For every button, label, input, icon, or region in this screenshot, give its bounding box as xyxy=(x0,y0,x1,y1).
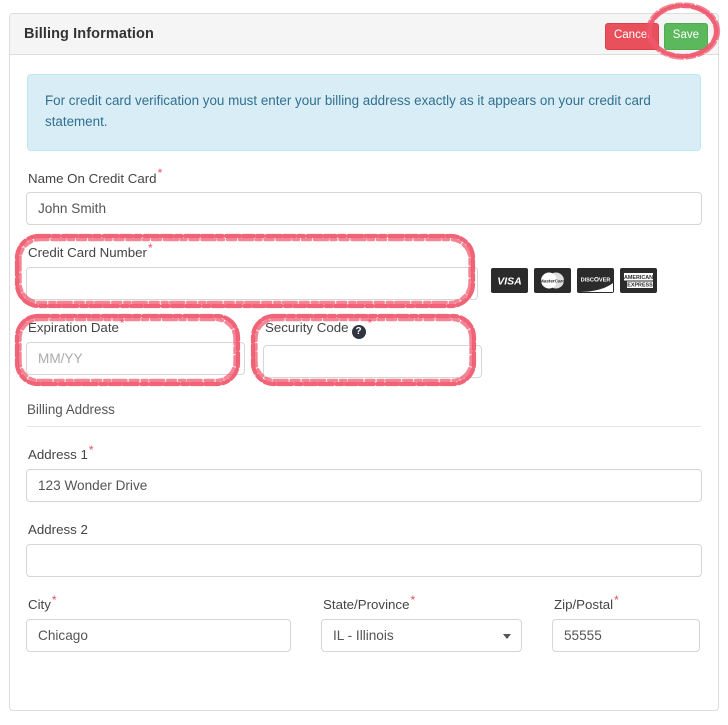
security-code-label-text: Security Code xyxy=(265,320,349,336)
city-label-text: City xyxy=(28,597,51,613)
state-label: State/Province* xyxy=(323,594,522,613)
zip-input[interactable] xyxy=(552,619,700,653)
address1-label-text: Address 1 xyxy=(28,447,88,463)
verification-notice: For credit card verification you must en… xyxy=(27,74,701,151)
billing-address-heading: Billing Address xyxy=(27,402,701,428)
name-on-card-label: Name On Credit Card* xyxy=(28,167,702,187)
expiration-date-input[interactable] xyxy=(26,342,245,376)
state-group: State/Province* IL - Illinois xyxy=(321,594,522,653)
security-code-label: Security Code ?* xyxy=(265,317,482,340)
required-asterisk: * xyxy=(119,316,125,331)
billing-information-panel: Billing Information Cancel Save For cred… xyxy=(9,13,719,711)
expiration-date-label: Expiration Date* xyxy=(28,317,245,336)
address2-input[interactable] xyxy=(26,544,702,578)
required-asterisk: * xyxy=(367,316,373,331)
credit-card-number-group: Credit Card Number* xyxy=(26,242,478,301)
city-state-zip-row: City* State/Province* IL - Illinois xyxy=(26,594,702,653)
city-label: City* xyxy=(28,594,291,613)
address1-label: Address 1* xyxy=(28,444,702,463)
panel-heading: Billing Information Cancel Save xyxy=(10,14,718,55)
svg-text:DISCOVER: DISCOVER xyxy=(581,277,611,284)
state-select-wrapper: IL - Illinois xyxy=(321,619,522,653)
zip-label: Zip/Postal* xyxy=(554,594,700,613)
name-on-card-group: Name On Credit Card* xyxy=(26,167,702,226)
mastercard-icon: MasterCard xyxy=(534,268,571,293)
required-asterisk: * xyxy=(88,443,94,458)
panel-body: For credit card verification you must en… xyxy=(10,55,718,653)
credit-card-number-label: Credit Card Number* xyxy=(28,242,478,261)
address2-group: Address 2 xyxy=(26,522,702,578)
security-code-input[interactable] xyxy=(263,345,482,379)
credit-card-number-label-text: Credit Card Number xyxy=(28,245,147,261)
name-on-card-label-text: Name On Credit Card xyxy=(28,170,157,186)
address1-group: Address 1* xyxy=(26,444,702,503)
svg-text:EXPRESS: EXPRESS xyxy=(627,283,653,289)
cancel-button[interactable]: Cancel xyxy=(604,23,659,50)
discover-icon: DISCOVER xyxy=(577,268,614,293)
save-button[interactable]: Save xyxy=(663,23,708,50)
address2-label-text: Address 2 xyxy=(28,522,88,538)
address1-input[interactable] xyxy=(26,469,702,503)
address2-label: Address 2 xyxy=(28,522,702,538)
zip-group: Zip/Postal* xyxy=(552,594,700,653)
state-select[interactable]: IL - Illinois xyxy=(321,619,522,653)
svg-text:MasterCard: MasterCard xyxy=(540,279,565,284)
expiration-date-group: Expiration Date* xyxy=(26,317,245,378)
expiration-security-row: Expiration Date* Security Code?* xyxy=(26,317,702,379)
security-code-group: Security Code ?* xyxy=(263,317,482,379)
city-group: City* xyxy=(26,594,291,653)
billing-information-page: Billing Information Cancel Save For cred… xyxy=(0,0,728,725)
name-on-card-input[interactable] xyxy=(26,192,702,226)
required-asterisk: * xyxy=(147,241,153,256)
credit-card-number-input[interactable] xyxy=(26,267,478,301)
svg-text:VISA: VISA xyxy=(497,276,522,288)
page-title: Billing Information xyxy=(24,26,154,42)
expiration-date-label-text: Expiration Date xyxy=(28,320,119,336)
zip-label-text: Zip/Postal xyxy=(554,597,614,613)
visa-icon: VISA xyxy=(491,268,528,293)
city-input[interactable] xyxy=(26,619,291,653)
heading-actions: Cancel Save xyxy=(604,23,708,50)
american-express-icon: AMERICAN EXPRESS xyxy=(620,268,657,293)
required-asterisk: * xyxy=(614,592,619,607)
accepted-card-brands: VISA MasterCard DISCOVER AMERICAN EXPRES… xyxy=(491,268,657,293)
required-asterisk: * xyxy=(410,592,416,607)
required-asterisk: * xyxy=(157,166,163,181)
state-label-text: State/Province xyxy=(323,597,410,613)
svg-text:AMERICAN: AMERICAN xyxy=(624,275,653,281)
help-icon[interactable]: ? xyxy=(351,325,366,340)
required-asterisk: * xyxy=(51,592,57,607)
